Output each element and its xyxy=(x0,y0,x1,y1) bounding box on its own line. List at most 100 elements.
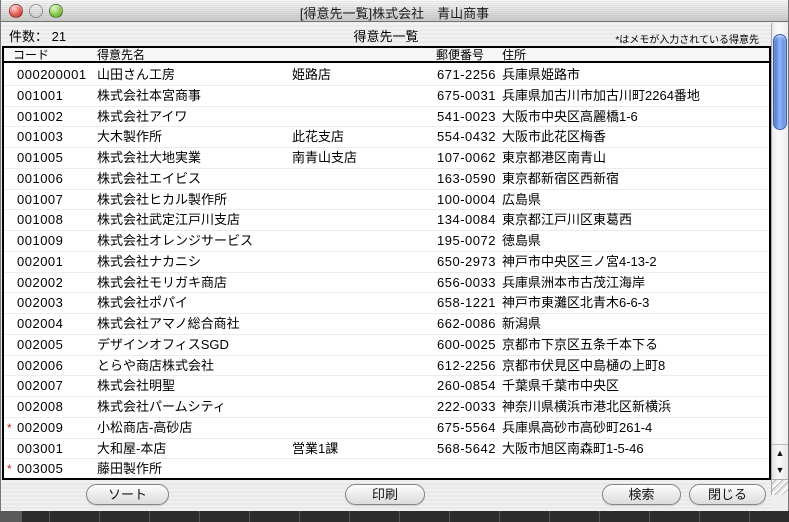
table-row[interactable]: 001009 株式会社オレンジサービス 195-0072 徳島県 xyxy=(4,231,769,252)
cell-name: 小松商店-高砂店 xyxy=(97,418,192,438)
cell-postal: 163-0590 xyxy=(437,169,496,189)
cell-code: 001002 xyxy=(17,107,63,127)
cell-address: 京都市伏見区中島樋の上町8 xyxy=(502,356,665,376)
background-window-strip xyxy=(0,511,789,522)
cell-code: 002008 xyxy=(17,397,63,417)
cell-name: 株式会社明聖 xyxy=(97,376,175,396)
table-row[interactable]: 001007 株式会社ヒカル製作所 100-0004 広島県 xyxy=(4,190,769,211)
cell-code: 002003 xyxy=(17,293,63,313)
cell-address: 東京都新宿区西新宿 xyxy=(502,169,619,189)
cell-address: 京都市下京区五条千本下る xyxy=(502,335,658,355)
scrollbar-thumb[interactable] xyxy=(773,34,787,130)
cell-address: 千葉県千葉市中央区 xyxy=(502,376,619,396)
cell-address: 兵庫県姫路市 xyxy=(502,65,580,85)
cell-address: 神奈川県横浜市港北区新横浜 xyxy=(502,397,671,417)
cell-code: 001008 xyxy=(17,210,63,230)
cell-postal: 658-1221 xyxy=(437,293,496,313)
cell-postal: 100-0004 xyxy=(437,190,496,210)
cell-address: 東京都港区南青山 xyxy=(502,148,606,168)
scrollbar-arrows: ▲ ▼ xyxy=(772,444,788,478)
cell-code: 002006 xyxy=(17,356,63,376)
cell-postal: 107-0062 xyxy=(437,148,496,168)
cell-code: 003001 xyxy=(17,439,63,459)
cell-address: 大阪市此花区梅香 xyxy=(502,127,606,147)
sort-button[interactable]: ソート xyxy=(86,484,169,505)
info-bar: 件数： 21 得意先一覧 *はメモが入力されている得意先 xyxy=(1,23,771,46)
cell-code: 002005 xyxy=(17,335,63,355)
scroll-down-icon[interactable]: ▼ xyxy=(772,462,788,479)
column-header-row: コード 得意先名 郵便番号 住所 xyxy=(4,48,769,63)
cell-address: 神戸市東灘区北青木6-6-3 xyxy=(502,293,649,313)
cell-code: 001001 xyxy=(17,86,63,106)
cell-postal: 222-0033 xyxy=(437,397,496,417)
table-row[interactable]: 002001 株式会社ナカニシ 650-2973 神戸市中央区三ノ宮4-13-2 xyxy=(4,252,769,273)
table-row[interactable]: 001005 株式会社大地実業 南青山支店 107-0062 東京都港区南青山 xyxy=(4,148,769,169)
column-header-postal: 郵便番号 xyxy=(436,48,484,63)
cell-name: 株式会社アイワ xyxy=(97,107,187,127)
cell-name: とらや商店株式会社 xyxy=(97,356,214,376)
cell-name: 株式会社エイビス xyxy=(97,169,201,189)
cell-name: 株式会社ナカニシ xyxy=(97,252,201,272)
scroll-up-icon[interactable]: ▲ xyxy=(772,445,788,462)
table-row[interactable]: * 003005 藤田製作所 xyxy=(4,459,769,478)
search-button[interactable]: 検索 xyxy=(602,484,681,505)
cell-code: 001005 xyxy=(17,148,63,168)
memo-asterisk: * xyxy=(7,418,12,438)
table-row[interactable]: 001006 株式会社エイビス 163-0590 東京都新宿区西新宿 xyxy=(4,169,769,190)
table-row[interactable]: 002005 デザインオフィスSGD 600-0025 京都市下京区五条千本下る xyxy=(4,335,769,356)
cell-address: 広島県 xyxy=(502,190,541,210)
cell-name: 株式会社大地実業 xyxy=(97,148,201,168)
cell-name: 大和屋-本店 xyxy=(97,439,166,459)
table-row[interactable]: 001008 株式会社武定江戸川支店 134-0084 東京都江戸川区東葛西 xyxy=(4,210,769,231)
table-row[interactable]: 001003 大木製作所 此花支店 554-0432 大阪市此花区梅香 xyxy=(4,127,769,148)
table-row[interactable]: 001001 株式会社本宮商事 675-0031 兵庫県加古川市加古川町2264… xyxy=(4,86,769,107)
table-row[interactable]: 002004 株式会社アマノ総合商社 662-0086 新潟県 xyxy=(4,314,769,335)
cell-code: 000200001 xyxy=(17,65,87,85)
vertical-scrollbar[interactable]: ▲ ▼ xyxy=(771,23,788,495)
cell-branch: 姫路店 xyxy=(292,65,331,85)
cell-code: 002007 xyxy=(17,376,63,396)
table-row[interactable]: 002008 株式会社パームシティ 222-0033 神奈川県横浜市港北区新横浜 xyxy=(4,397,769,418)
app-window: [得意先一覧]株式会社 青山商事 件数： 21 得意先一覧 *はメモが入力されて… xyxy=(0,0,789,511)
cell-postal: 671-2256 xyxy=(437,65,496,85)
cell-postal: 554-0432 xyxy=(437,127,496,147)
table-row[interactable]: * 002009 小松商店-高砂店 675-5564 兵庫県高砂市高砂町261-… xyxy=(4,418,769,439)
cell-name: 株式会社本宮商事 xyxy=(97,86,201,106)
cell-postal: 656-0033 xyxy=(437,273,496,293)
column-header-code: コード xyxy=(13,48,49,63)
cell-postal: 675-0031 xyxy=(437,86,496,106)
cell-postal: 650-2973 xyxy=(437,252,496,272)
table-row[interactable]: 002006 とらや商店株式会社 612-2256 京都市伏見区中島樋の上町8 xyxy=(4,356,769,377)
cell-address: 東京都江戸川区東葛西 xyxy=(502,210,632,230)
title-bar[interactable]: [得意先一覧]株式会社 青山商事 xyxy=(1,0,788,22)
bottom-button-bar: ソート 印刷 検索 閉じる xyxy=(1,481,771,511)
table-row[interactable]: 003001 大和屋-本店 営業1課 568-5642 大阪市旭区南森町1-5-… xyxy=(4,439,769,460)
column-header-address: 住所 xyxy=(502,48,526,63)
table-row[interactable]: 002002 株式会社モリガキ商店 656-0033 兵庫県洲本市古茂江海岸 xyxy=(4,273,769,294)
cell-address: 兵庫県高砂市高砂町261-4 xyxy=(502,418,652,438)
memo-asterisk: * xyxy=(7,459,12,478)
cell-postal: 662-0086 xyxy=(437,314,496,334)
resize-grip-icon[interactable] xyxy=(772,479,788,495)
cell-branch: 南青山支店 xyxy=(292,148,357,168)
cell-code: 003005 xyxy=(17,459,63,478)
table-row[interactable]: 002007 株式会社明聖 260-0854 千葉県千葉市中央区 xyxy=(4,376,769,397)
table-row[interactable]: 002003 株式会社ポパイ 658-1221 神戸市東灘区北青木6-6-3 xyxy=(4,293,769,314)
cell-address: 兵庫県加古川市加古川町2264番地 xyxy=(502,86,700,106)
cell-address: 神戸市中央区三ノ宮4-13-2 xyxy=(502,252,657,272)
cell-branch: 営業1課 xyxy=(292,439,338,459)
cell-name: 株式会社パームシティ xyxy=(97,397,226,417)
table-row[interactable]: 000200001 山田さん工房 姫路店 671-2256 兵庫県姫路市 xyxy=(4,65,769,86)
cell-postal: 612-2256 xyxy=(437,356,496,376)
cell-name: 株式会社モリガキ商店 xyxy=(97,273,227,293)
cell-address: 大阪市旭区南森町1-5-46 xyxy=(502,439,644,459)
close-button[interactable]: 閉じる xyxy=(689,484,766,505)
cell-name: 藤田製作所 xyxy=(97,459,162,478)
table-row[interactable]: 001002 株式会社アイワ 541-0023 大阪市中央区高麗橋1-6 xyxy=(4,107,769,128)
print-button[interactable]: 印刷 xyxy=(345,484,425,505)
cell-branch: 此花支店 xyxy=(292,127,344,147)
cell-postal: 675-5564 xyxy=(437,418,496,438)
cell-code: 002001 xyxy=(17,252,63,272)
cell-code: 001003 xyxy=(17,127,63,147)
cell-code: 002009 xyxy=(17,418,63,438)
